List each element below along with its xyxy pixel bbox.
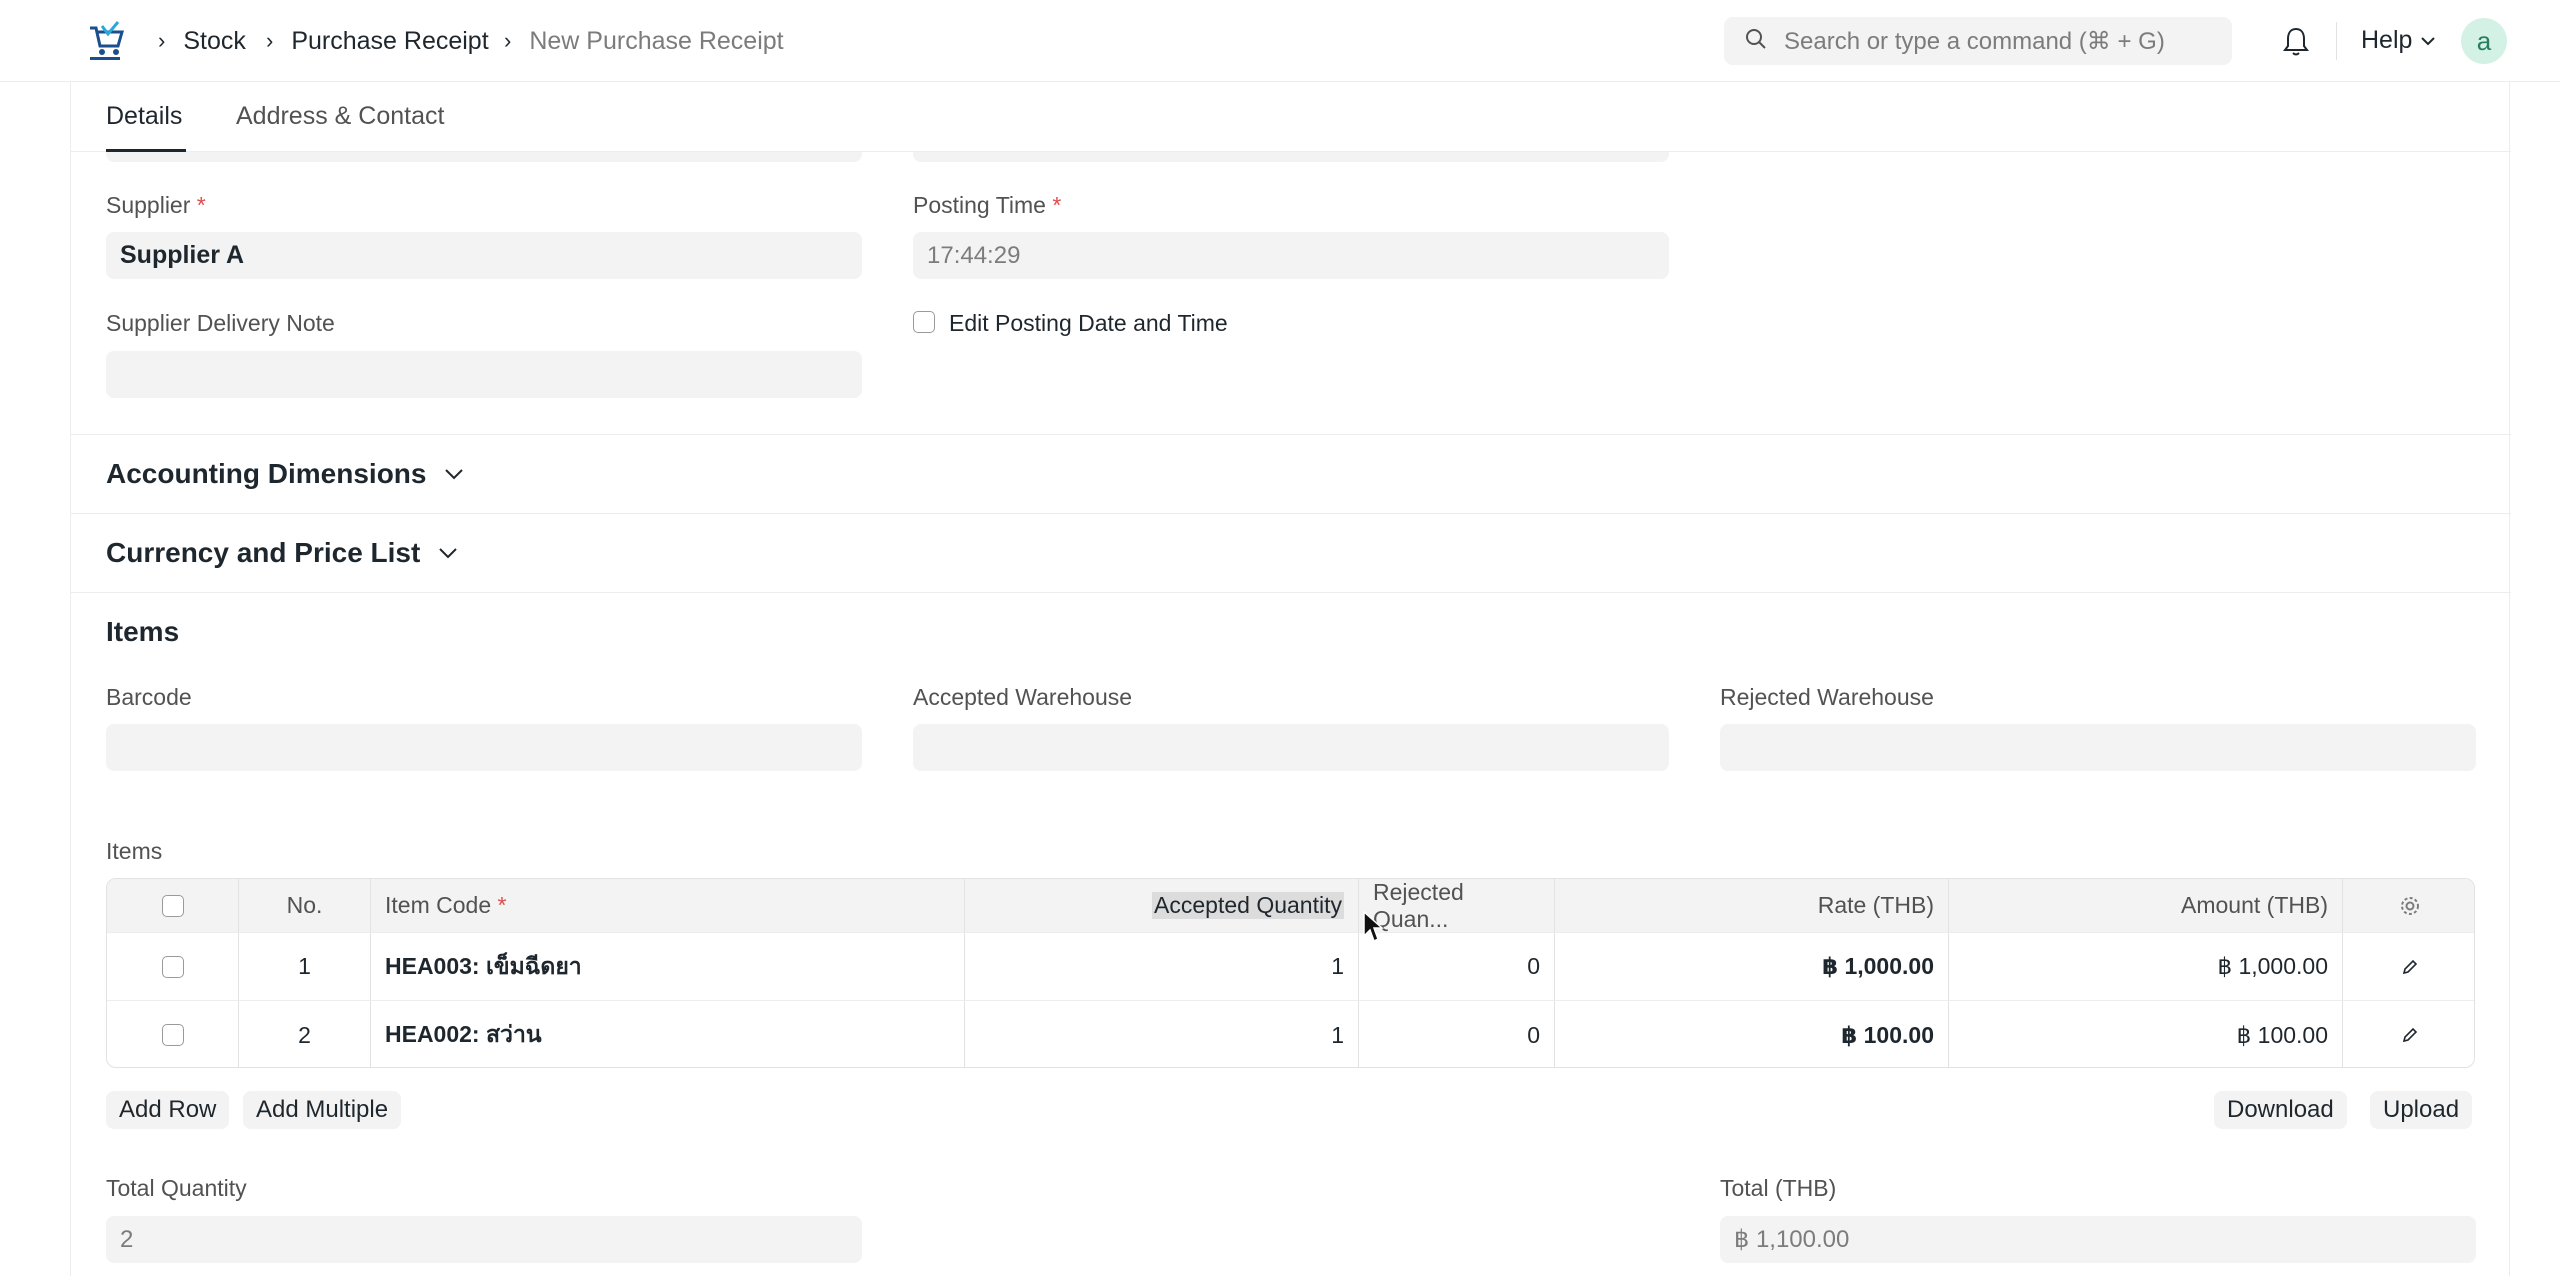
breadcrumb-stock[interactable]: › Stock (158, 24, 246, 58)
table-row[interactable]: 2 HEA002: สว่าน 1 0 ฿ 100.00 ฿ 100.00 (107, 1001, 2474, 1067)
accepted-warehouse-field[interactable] (913, 724, 1669, 771)
add-multiple-button[interactable]: Add Multiple (243, 1091, 402, 1129)
mouse-cursor-icon (1362, 910, 1384, 949)
breadcrumb-purchase-receipt[interactable]: › Purchase Receipt (266, 24, 489, 58)
download-button[interactable]: Download (2214, 1091, 2347, 1129)
pencil-icon (2402, 959, 2417, 974)
row-amount: ฿ 100.00 (1949, 1001, 2343, 1067)
row-accepted-qty[interactable]: 1 (965, 933, 1359, 1000)
form-tabs: Details Address & Contact (71, 82, 2511, 152)
form-page: Details Address & Contact Supplier * Sup… (70, 82, 2511, 1276)
search-placeholder: Search or type a command (⌘ + G) (1784, 27, 2165, 55)
chevron-right-icon: › (266, 28, 274, 53)
row-no: 2 (239, 1001, 371, 1067)
section-divider (71, 434, 2511, 435)
table-row[interactable]: 1 HEA003: เข็มฉีดยา 1 0 ฿ 1,000.00 ฿ 1,0… (107, 933, 2474, 1001)
posting-time-field: 17:44:29 (913, 232, 1669, 279)
total-thb-label: Total (THB) (1720, 1175, 1837, 1201)
breadcrumb-label: Purchase Receipt (291, 26, 489, 55)
app-logo[interactable] (84, 20, 126, 62)
supplier-label: Supplier * (106, 192, 206, 218)
total-quantity-field: 2 (106, 1216, 862, 1263)
search-bar[interactable]: Search or type a command (⌘ + G) (1724, 17, 2232, 65)
row-checkbox[interactable] (161, 955, 184, 978)
breadcrumb-current: › New Purchase Receipt (504, 24, 784, 58)
help-label: Help (2361, 26, 2413, 54)
row-item-code[interactable]: HEA002: สว่าน (371, 1001, 965, 1067)
row-checkbox[interactable] (161, 1024, 184, 1046)
section-divider (71, 513, 2511, 514)
section-title: Currency and Price List (106, 537, 421, 568)
gear-icon (2400, 896, 2419, 915)
bell-icon[interactable] (2282, 26, 2310, 61)
section-title: Accounting Dimensions (106, 458, 427, 489)
col-amount[interactable]: Amount (THB) (1949, 879, 2343, 932)
row-item-code[interactable]: HEA003: เข็มฉีดยา (371, 933, 965, 1000)
row-amount: ฿ 1,000.00 (1949, 933, 2343, 1000)
select-all-checkbox[interactable] (161, 894, 184, 917)
search-icon (1744, 27, 1768, 56)
upload-button[interactable]: Upload (2370, 1091, 2473, 1129)
row-accepted-qty[interactable]: 1 (965, 1001, 1359, 1067)
col-rate[interactable]: Rate (THB) (1555, 879, 1949, 932)
row-rate[interactable]: ฿ 100.00 (1555, 1001, 1949, 1067)
row-select-cell (107, 1001, 239, 1067)
tab-details[interactable]: Details (106, 102, 182, 131)
select-all-cell (107, 879, 239, 932)
posting-time-label: Posting Time * (913, 192, 1062, 218)
supplier-delivery-note-label: Supplier Delivery Note (106, 310, 335, 336)
pencil-icon (2402, 1027, 2417, 1043)
accounting-dimensions-section[interactable]: Accounting Dimensions (106, 458, 464, 490)
section-divider (71, 592, 2511, 593)
col-accepted-quantity[interactable]: Accepted Quantity (965, 879, 1359, 932)
avatar[interactable]: a (2461, 18, 2507, 64)
total-thb-field: ฿ 1,100.00 (1720, 1216, 2476, 1263)
supplier-field[interactable]: Supplier A (106, 232, 862, 279)
tab-address-contact[interactable]: Address & Contact (236, 102, 444, 131)
barcode-field[interactable] (106, 724, 862, 771)
column-settings[interactable] (2343, 879, 2474, 932)
field-edge (106, 152, 862, 162)
items-table: No. Item Code * Accepted Quantity Reject… (106, 878, 2475, 1068)
items-section-title: Items (106, 616, 180, 647)
top-navbar: › Stock › Purchase Receipt › New Purchas… (0, 0, 2560, 82)
field-edge (913, 152, 1669, 162)
col-rejected-quantity[interactable]: Rejected Quan... (1359, 879, 1555, 932)
row-rejected-qty[interactable]: 0 (1359, 1001, 1555, 1067)
chevron-down-icon (2421, 36, 2436, 45)
edit-posting-label: Edit Posting Date and Time (949, 310, 1228, 336)
row-edit[interactable] (2343, 1001, 2474, 1067)
breadcrumb-label: Stock (183, 26, 246, 55)
help-dropdown[interactable]: Help (2361, 26, 2436, 55)
supplier-delivery-note-field[interactable] (106, 351, 862, 398)
total-quantity-label: Total Quantity (106, 1175, 247, 1201)
row-no: 1 (239, 933, 371, 1000)
col-no: No. (239, 879, 371, 932)
accepted-warehouse-label: Accepted Warehouse (913, 684, 1133, 710)
add-row-button[interactable]: Add Row (106, 1091, 230, 1129)
rejected-warehouse-label: Rejected Warehouse (1720, 684, 1934, 710)
col-item-code[interactable]: Item Code * (371, 879, 965, 932)
chevron-down-icon (445, 469, 464, 480)
items-table-label: Items (106, 838, 163, 864)
col-accepted-quantity-label: Accepted Quantity (1152, 892, 1344, 919)
rejected-warehouse-field[interactable] (1720, 724, 2476, 771)
row-edit[interactable] (2343, 933, 2474, 1000)
row-rejected-qty[interactable]: 0 (1359, 933, 1555, 1000)
row-select-cell (107, 933, 239, 1000)
chevron-right-icon: › (504, 28, 512, 53)
chevron-right-icon: › (158, 28, 166, 53)
table-header: No. Item Code * Accepted Quantity Reject… (107, 879, 2474, 933)
breadcrumb-label: New Purchase Receipt (529, 26, 784, 55)
navbar-divider (2336, 22, 2337, 60)
barcode-label: Barcode (106, 684, 192, 710)
row-rate[interactable]: ฿ 1,000.00 (1555, 933, 1949, 1000)
chevron-down-icon (439, 548, 458, 559)
currency-price-list-section[interactable]: Currency and Price List (106, 537, 458, 569)
edit-posting-checkbox[interactable] (913, 311, 935, 333)
